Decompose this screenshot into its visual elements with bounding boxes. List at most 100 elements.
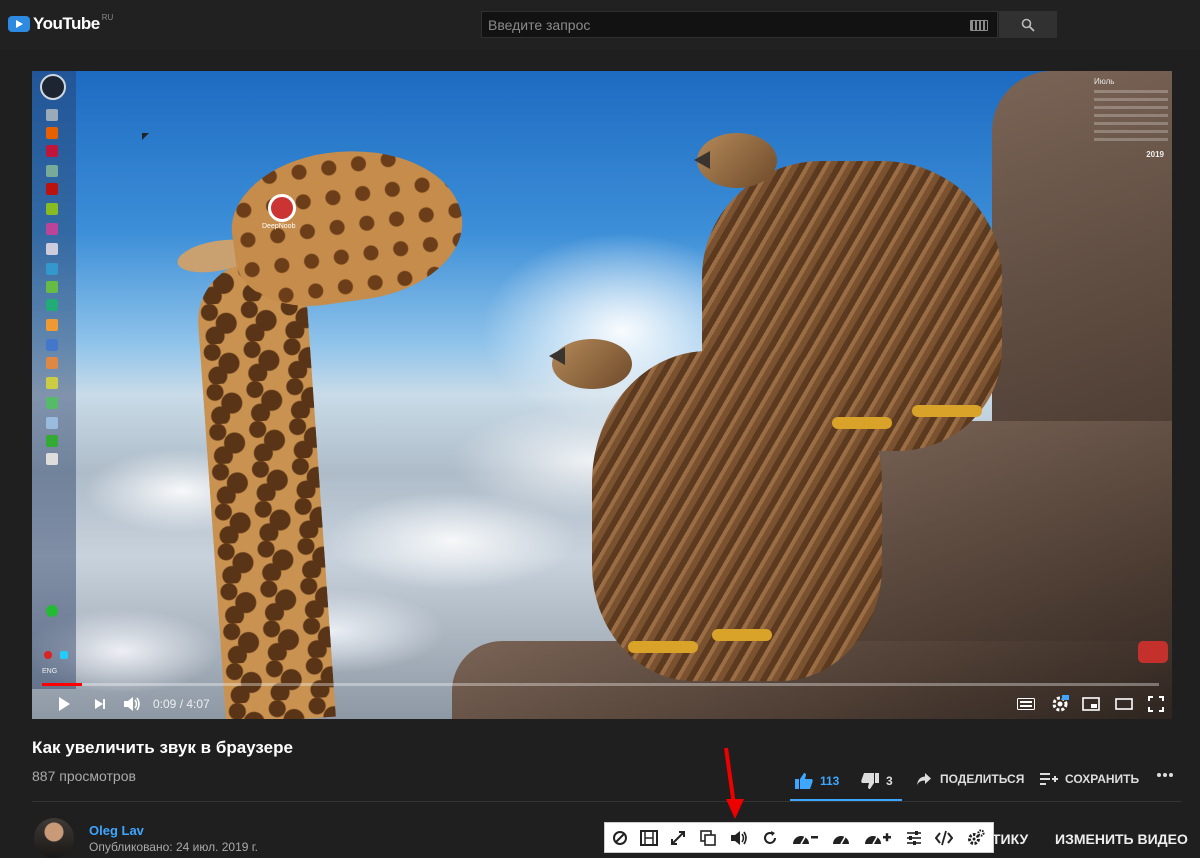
app-icon [46,435,58,447]
desktop-shortcut-label: DeepNoob [262,223,296,230]
app-icon [46,377,58,389]
app-icon [46,223,58,235]
code-icon [935,830,953,846]
edit-video-button[interactable]: ИЗМЕНИТЬ ВИДЕО [1055,831,1188,847]
more-icon [1157,773,1173,777]
app-icon [46,339,58,351]
block-button[interactable] [610,828,630,848]
next-button[interactable] [90,695,110,713]
youtube-watermark-icon [1138,641,1168,663]
youtube-logo[interactable]: YouTube RU [8,13,113,34]
app-icon [46,319,58,331]
eagle-claw [712,629,772,641]
speed-button[interactable] [831,828,851,848]
mute-button[interactable] [122,695,142,713]
speed-down-icon [793,836,818,845]
save-label: СОХРАНИТЬ [1065,772,1140,786]
copy-icon [700,830,716,846]
logo-text: YouTube [33,14,100,33]
eagle-claw [912,405,982,417]
app-icon [46,243,58,255]
equalizer-icon [907,831,921,845]
extension-toolbar [604,822,994,853]
view-count: 887 просмотров [32,768,136,784]
share-icon [917,773,931,785]
annotation-arrow-head [726,799,744,819]
app-icon [46,605,58,617]
playlist-add-icon [1040,773,1058,785]
skull-icon [40,74,66,100]
share-button[interactable]: ПОДЕЛИТЬСЯ [916,772,1024,786]
giraffe-head [222,135,472,317]
progress-bar[interactable] [42,683,1159,686]
app-icon [46,397,58,409]
thumbs-up-icon [795,773,813,789]
publish-date: Опубликовано: 24 июл. 2019 г. [89,840,259,854]
calendar-month: Июль [1094,77,1115,86]
fullscreen-icon [1148,696,1164,712]
like-count: 113 [820,774,840,788]
more-actions-button[interactable] [1156,772,1174,778]
subtitles-button[interactable] [1016,695,1036,713]
reload-icon [764,831,776,844]
annotation-arrow-line [724,747,737,806]
volume-icon [731,831,747,845]
settings-button[interactable] [1050,695,1070,713]
gear-icon [1052,695,1069,712]
app-icon [46,281,58,293]
desktop-shortcut-icon [268,194,296,222]
eagle-lower-beak [549,347,565,365]
player-controls: 0:09 / 4:07 [32,689,1172,719]
speed-down-button[interactable] [791,828,819,848]
firefox-icon [46,127,58,139]
app-icon [46,417,58,429]
settings-icon [968,829,985,845]
expand-button[interactable] [668,828,688,848]
search-button[interactable] [999,11,1057,38]
play-icon [59,697,70,711]
volume-boost-button[interactable] [729,828,749,848]
miniplayer-button[interactable] [1081,695,1101,713]
opera-icon [46,145,58,157]
channel-name[interactable]: Oleg Lav [89,823,144,838]
search-placeholder: Введите запрос [488,17,591,33]
dislike-button[interactable]: 3 [860,772,893,790]
keyboard-icon[interactable] [970,20,988,31]
save-button[interactable]: СОХРАНИТЬ [1040,772,1139,786]
equalizer-button[interactable] [904,828,924,848]
search-input[interactable]: Введите запрос [481,11,998,38]
progress-played [42,683,83,686]
next-icon [95,699,105,709]
analytics-button[interactable]: ТИКУ [992,831,1028,847]
speed-icon [833,836,849,845]
app-icon [46,453,58,465]
extension-settings-button[interactable] [966,828,986,848]
speed-up-button[interactable] [863,828,893,848]
volume-icon [124,697,140,711]
play-button[interactable] [54,695,74,713]
miniplayer-icon [1082,697,1100,711]
theater-mode-button[interactable] [1114,695,1134,713]
eagle-upper-beak [694,151,710,169]
fullscreen-button[interactable] [1146,695,1166,713]
masthead: YouTube RU Введите запрос [0,0,1200,50]
speed-up-icon [865,833,891,845]
film-icon [640,830,658,846]
video-player[interactable]: ENG DeepNoob Июль 2019 0:09 / 4:07 [32,71,1172,719]
app-icon [46,299,58,311]
keyboard-icon [1017,698,1035,710]
channel-avatar[interactable] [34,818,74,858]
app-icon [46,165,58,177]
like-button[interactable]: 113 [794,772,839,790]
calendar-grid [1094,90,1168,146]
tray-icon [60,651,68,659]
film-button[interactable] [639,828,659,848]
search-icon [1021,18,1035,32]
app-icon [46,357,58,369]
desktop-taskbar: ENG [32,71,76,689]
reload-button[interactable] [760,828,780,848]
copy-button[interactable] [698,828,718,848]
code-button[interactable] [934,828,954,848]
calendar-year: 2019 [1146,150,1164,159]
eagle-claw [832,417,892,429]
